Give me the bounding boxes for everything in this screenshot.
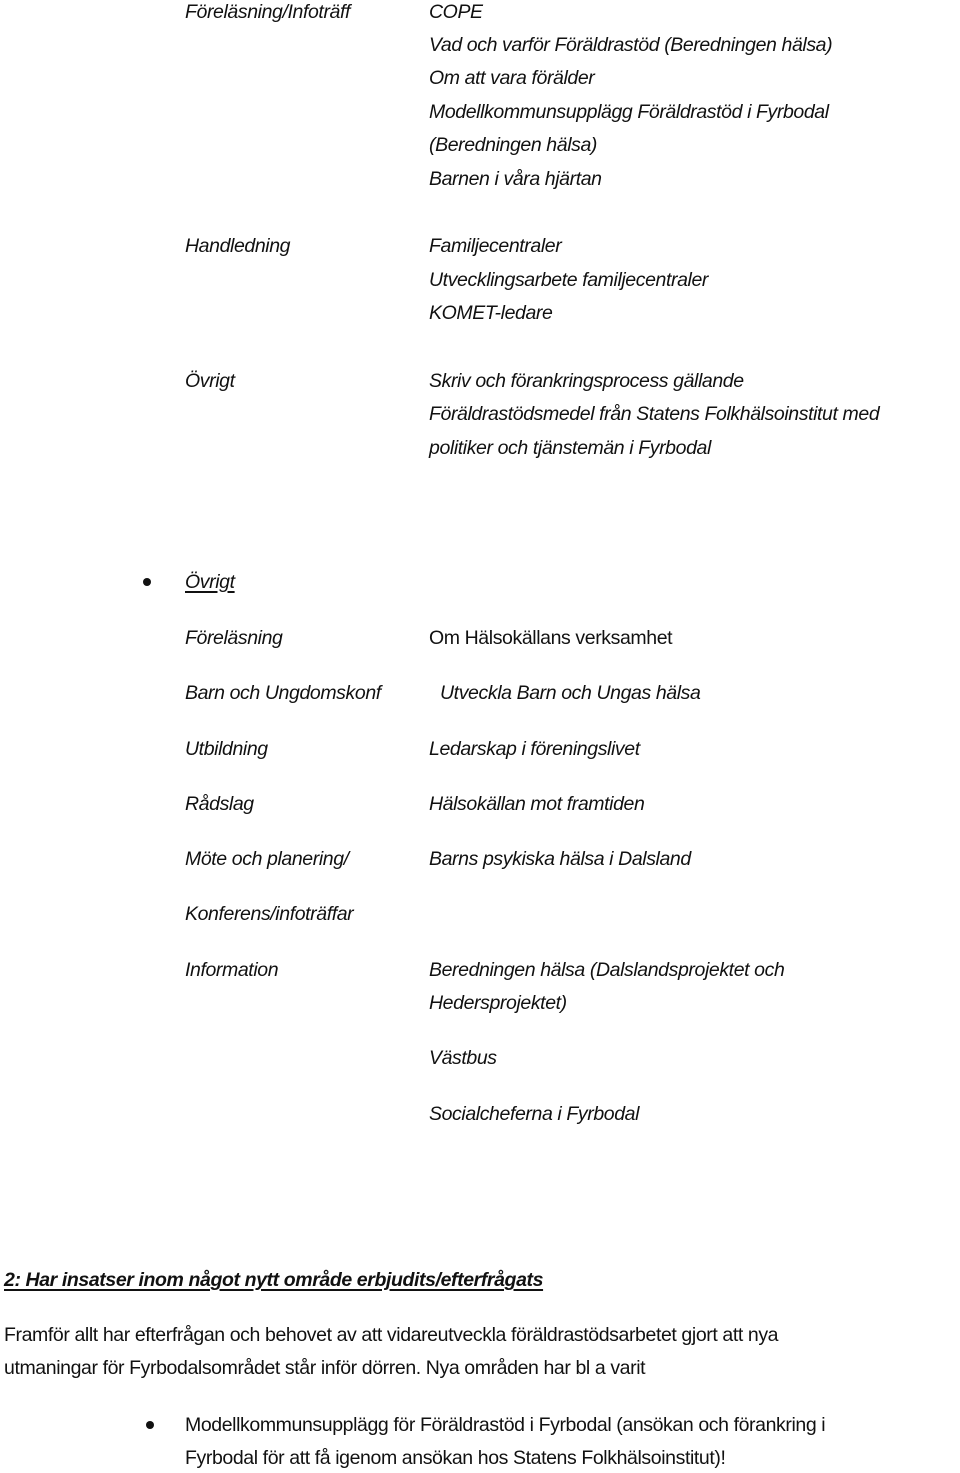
group-item: Vad och varför Föräldrastöd (Beredningen… bbox=[429, 34, 833, 56]
row-label: Möte och planering/ bbox=[185, 848, 349, 870]
group-label: Övrigt bbox=[185, 370, 235, 392]
group-item: (Beredningen hälsa) bbox=[429, 134, 598, 156]
row-value: Barns psykiska hälsa i Dalsland bbox=[429, 848, 691, 870]
bullet-icon bbox=[143, 578, 151, 586]
row-value: Beredningen hälsa (Dalslandsprojektet oc… bbox=[429, 959, 785, 981]
row-value: Hälsokällan mot framtiden bbox=[429, 793, 645, 815]
row-value-continued: Västbus bbox=[429, 1047, 497, 1069]
row-value: Utveckla Barn och Ungas hälsa bbox=[440, 682, 701, 704]
group-item: Utvecklingsarbete familjecentraler bbox=[429, 269, 709, 291]
group-item: Om att vara förälder bbox=[429, 67, 595, 89]
group-label: Handledning bbox=[185, 235, 291, 257]
paragraph-line: Framför allt har efterfrågan och behovet… bbox=[4, 1324, 779, 1346]
group-item: COPE bbox=[429, 1, 483, 23]
row-label: Barn och Ungdomskonf bbox=[185, 682, 381, 704]
group-label: Föreläsning/Infoträff bbox=[185, 1, 351, 23]
row-value: Om Hälsokällans verksamhet bbox=[429, 627, 673, 649]
question-heading: 2: Har insatser inom något nytt område e… bbox=[4, 1269, 544, 1291]
row-label: Utbildning bbox=[185, 738, 268, 760]
row-label: Föreläsning bbox=[185, 627, 283, 649]
group-item: Familjecentraler bbox=[429, 235, 562, 257]
bullet-item-line: Fyrbodal för att få igenom ansökan hos S… bbox=[185, 1447, 726, 1469]
section-heading: Övrigt bbox=[185, 571, 235, 593]
row-value-continued: Hedersprojektet) bbox=[429, 992, 567, 1014]
row-label: Konferens/infoträffar bbox=[185, 903, 354, 925]
group-item: Skriv och förankringsprocess gällande bbox=[429, 370, 744, 392]
paragraph-line: utmaningar för Fyrbodalsområdet står inf… bbox=[4, 1357, 646, 1379]
bullet-icon bbox=[146, 1421, 154, 1429]
group-item: Föräldrastödsmedel från Statens Folkhäls… bbox=[429, 403, 880, 425]
group-item: politiker och tjänstemän i Fyrbodal bbox=[429, 437, 711, 459]
group-item: Barnen i våra hjärtan bbox=[429, 168, 602, 190]
bullet-item-line: Modellkommunsupplägg för Föräldrastöd i … bbox=[185, 1414, 826, 1436]
group-item: Modellkommunsupplägg Föräldrastöd i Fyrb… bbox=[429, 101, 829, 123]
row-value: Ledarskap i föreningslivet bbox=[429, 738, 640, 760]
row-label: Information bbox=[185, 959, 279, 981]
group-item: KOMET-ledare bbox=[429, 302, 553, 324]
row-value-continued: Socialcheferna i Fyrbodal bbox=[429, 1103, 640, 1125]
row-label: Rådslag bbox=[185, 793, 254, 815]
